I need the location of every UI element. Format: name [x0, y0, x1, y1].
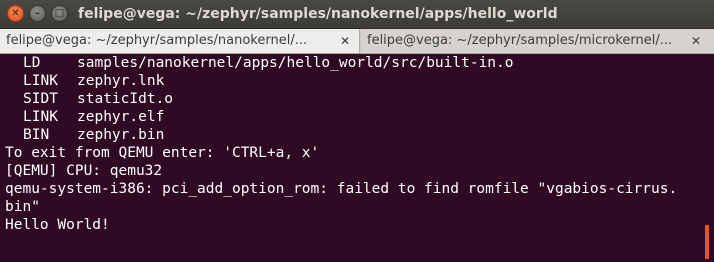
- build-argument: zephyr.bin: [77, 127, 165, 143]
- close-window-button[interactable]: ✕: [7, 5, 24, 22]
- build-line: LD samples/nanokernel/apps/hello_world/sr…: [5, 54, 514, 72]
- build-argument: zephyr.lnk: [77, 73, 165, 89]
- tab-label: felipe@vega: ~/zephyr/samples/nanokernel…: [6, 33, 308, 48]
- output-line: qemu-system-i386: pci_add_option_rom: fa…: [5, 181, 678, 197]
- tab-nanokernel[interactable]: felipe@vega: ~/zephyr/samples/nanokernel…: [0, 29, 360, 53]
- title-bar[interactable]: ✕ – □ felipe@vega: ~/zephyr/samples/nano…: [0, 0, 714, 29]
- build-command: BIN: [23, 127, 50, 143]
- minimize-window-button[interactable]: –: [29, 5, 46, 22]
- build-command: LD: [23, 55, 41, 71]
- build-command: LINK: [23, 73, 58, 89]
- build-command: LINK: [23, 109, 58, 125]
- build-line: LINK zephyr.elf: [5, 108, 164, 126]
- build-line: BIN zephyr.bin: [5, 126, 164, 144]
- tab-close-icon[interactable]: ✕: [340, 29, 350, 53]
- terminal-output[interactable]: LD samples/nanokernel/apps/hello_world/sr…: [0, 54, 714, 262]
- build-command: SIDT: [23, 91, 58, 107]
- output-line: [QEMU] CPU: qemu32: [5, 163, 163, 179]
- tab-bar: felipe@vega: ~/zephyr/samples/nanokernel…: [0, 29, 714, 54]
- output-line: bin": [5, 199, 40, 215]
- build-argument: samples/nanokernel/apps/hello_world/src/…: [77, 55, 514, 71]
- tab-microkernel[interactable]: felipe@vega: ~/zephyr/samples/microkerne…: [361, 29, 714, 53]
- build-line: SIDT staticIdt.o: [5, 90, 173, 108]
- output-line: Hello World!: [5, 217, 110, 233]
- terminal-window: ✕ – □ felipe@vega: ~/zephyr/samples/nano…: [0, 0, 714, 262]
- build-argument: zephyr.elf: [77, 109, 165, 125]
- scroll-indicator[interactable]: [705, 225, 709, 259]
- output-line: To exit from QEMU enter: 'CTRL+a, x': [5, 145, 320, 161]
- build-argument: staticIdt.o: [77, 91, 174, 107]
- tab-label: felipe@vega: ~/zephyr/samples/microkerne…: [367, 33, 673, 48]
- maximize-window-button[interactable]: □: [51, 5, 68, 22]
- build-line: LINK zephyr.lnk: [5, 72, 164, 90]
- tab-close-icon[interactable]: ✕: [691, 29, 701, 53]
- window-title: felipe@vega: ~/zephyr/samples/nanokernel…: [78, 6, 558, 22]
